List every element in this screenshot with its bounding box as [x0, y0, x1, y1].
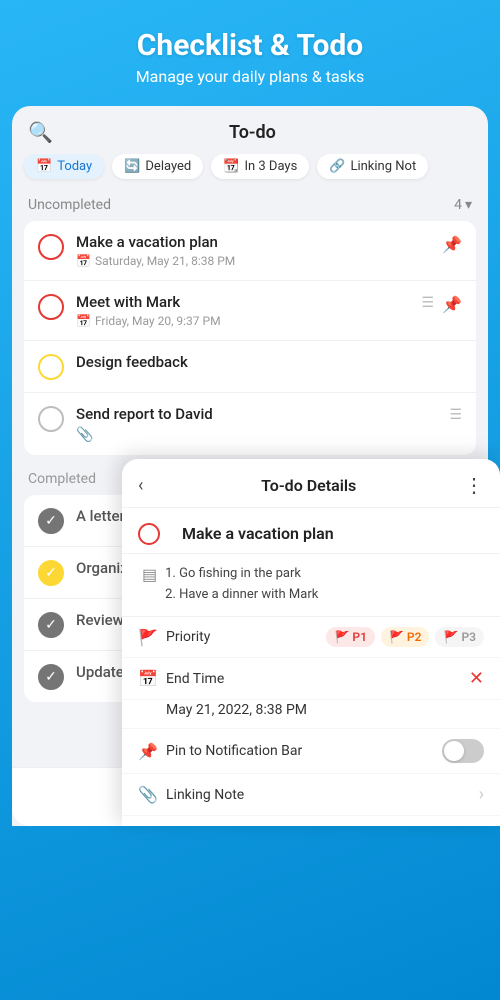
task-title: Design feedback	[76, 353, 462, 371]
tab-today-icon: 📅	[36, 159, 52, 174]
app-subtitle: Manage your daily plans & tasks	[20, 67, 480, 86]
flag-icon: 🚩	[334, 630, 349, 644]
detail-task-circle	[138, 523, 160, 545]
task-circle: ✓	[38, 664, 64, 690]
task-circle: ✓	[38, 612, 64, 638]
linking-icon: 📎	[138, 785, 166, 804]
task-date: 📅 Saturday, May 21, 8:38 PM	[76, 254, 434, 268]
detail-panel: ‹ To-do Details ⋮ Make a vacation plan ▤…	[122, 459, 500, 826]
main-card: 🔍 To-do 📅 Today 🔄 Delayed 📆 In 3 Days 🔗 …	[12, 106, 488, 826]
close-icon[interactable]: ✕	[469, 668, 484, 689]
check-icon: ✓	[45, 669, 57, 685]
subtask-lines: 1. Go fishing in the park 2. Have a dinn…	[165, 564, 484, 606]
app-header: Checklist & Todo Manage your daily plans…	[0, 0, 500, 106]
detail-endtime-row: 📅 End Time ✕	[122, 658, 500, 700]
detail-linking-row[interactable]: 📎 Linking Note ›	[122, 774, 500, 816]
uncompleted-count: 4 ▾	[454, 197, 472, 213]
endtime-label: End Time	[166, 671, 469, 687]
attachment-icon: 📎	[76, 427, 441, 443]
more-options-icon[interactable]: ⋮	[464, 473, 484, 497]
task-title: Meet with Mark	[76, 293, 414, 311]
table-row[interactable]: Design feedback	[24, 341, 476, 393]
task-title: Make a vacation plan	[76, 233, 434, 251]
flag-icon: 🚩	[389, 630, 404, 644]
tab-3days-icon: 📆	[223, 159, 239, 174]
pin-icon: 📌	[442, 235, 462, 254]
task-title: Send report to David	[76, 405, 441, 423]
subtask-item: 2. Have a dinner with Mark	[165, 585, 484, 606]
uncompleted-header: Uncompleted 4 ▾	[12, 191, 488, 221]
tab-linking[interactable]: 🔗 Linking Not	[317, 154, 428, 179]
uncompleted-label: Uncompleted	[28, 197, 111, 213]
task-content: Make a vacation plan 📅 Saturday, May 21,…	[76, 233, 434, 268]
priority-p2[interactable]: 🚩 P2	[381, 627, 430, 647]
check-icon: ✓	[45, 513, 57, 529]
tab-linking-icon: 🔗	[329, 159, 345, 174]
task-circle	[38, 234, 64, 260]
detail-priority-row: 🚩 Priority 🚩 P1 🚩 P2 🚩 P3	[122, 617, 500, 658]
sort-icon: ☰	[449, 407, 462, 423]
detail-header: ‹ To-do Details ⋮	[122, 459, 500, 508]
task-date: 📅 Friday, May 20, 9:37 PM	[76, 314, 414, 328]
tab-today-label: Today	[57, 159, 92, 174]
detail-subtasks: ▤ 1. Go fishing in the park 2. Have a di…	[122, 554, 500, 617]
page-title: To-do	[61, 122, 444, 143]
tab-3days[interactable]: 📆 In 3 Days	[211, 154, 309, 179]
sort-icon: ☰	[422, 295, 435, 311]
subtask-item: 1. Go fishing in the park	[165, 564, 484, 585]
priority-icon: 🚩	[138, 628, 166, 647]
completed-label: Completed	[28, 471, 96, 487]
task-content: Design feedback	[76, 353, 462, 371]
chevron-right-icon: ›	[479, 784, 484, 805]
endtime-value: May 21, 2022, 8:38 PM	[122, 700, 500, 729]
table-row[interactable]: Meet with Mark 📅 Friday, May 20, 9:37 PM…	[24, 281, 476, 341]
detail-title: To-do Details	[153, 476, 464, 495]
tab-linking-label: Linking Not	[350, 159, 416, 174]
priority-label: Priority	[166, 629, 326, 645]
priority-p1[interactable]: 🚩 P1	[326, 627, 375, 647]
table-row[interactable]: Make a vacation plan 📅 Saturday, May 21,…	[24, 221, 476, 281]
filter-tabs: 📅 Today 🔄 Delayed 📆 In 3 Days 🔗 Linking …	[12, 154, 488, 191]
chevron-down-icon: ▾	[465, 197, 472, 213]
detail-task-row[interactable]: Make a vacation plan	[122, 508, 500, 554]
check-icon: ✓	[45, 617, 57, 633]
table-row[interactable]: Send report to David 📎 ☰	[24, 393, 476, 455]
task-circle	[38, 354, 64, 380]
check-icon: ✓	[45, 565, 57, 581]
search-icon[interactable]: 🔍	[28, 120, 53, 144]
flag-icon: 🚩	[443, 630, 458, 644]
tab-today[interactable]: 📅 Today	[24, 154, 104, 179]
task-content: Send report to David 📎	[76, 405, 441, 443]
pin-bar-icon: 📌	[138, 742, 166, 761]
app-title: Checklist & Todo	[20, 28, 480, 63]
uncompleted-list: Make a vacation plan 📅 Saturday, May 21,…	[24, 221, 476, 455]
linking-label: Linking Note	[166, 787, 479, 803]
priority-p3[interactable]: 🚩 P3	[435, 627, 484, 647]
subtask-list-icon: ▤	[142, 565, 157, 606]
task-circle: ✓	[38, 508, 64, 534]
priority-chips: 🚩 P1 🚩 P2 🚩 P3	[326, 627, 484, 647]
detail-task-name: Make a vacation plan	[182, 524, 334, 543]
task-content: Meet with Mark 📅 Friday, May 20, 9:37 PM	[76, 293, 414, 328]
task-circle	[38, 294, 64, 320]
tab-delayed-icon: 🔄	[124, 159, 140, 174]
calendar-icon: 📅	[76, 254, 91, 268]
detail-pin-row: 📌 Pin to Notification Bar	[122, 729, 500, 774]
pin-icon: 📌	[442, 295, 462, 314]
pin-label: Pin to Notification Bar	[166, 743, 442, 759]
back-button[interactable]: ‹	[138, 475, 143, 496]
tab-delayed[interactable]: 🔄 Delayed	[112, 154, 203, 179]
calendar-icon: 📅	[76, 314, 91, 328]
search-title-row: 🔍 To-do	[12, 120, 488, 154]
calendar-icon: 📅	[138, 669, 166, 688]
tab-3days-label: In 3 Days	[244, 159, 297, 174]
tab-delayed-label: Delayed	[145, 159, 191, 174]
task-circle	[38, 406, 64, 432]
pin-toggle[interactable]	[442, 739, 484, 763]
task-circle: ✓	[38, 560, 64, 586]
